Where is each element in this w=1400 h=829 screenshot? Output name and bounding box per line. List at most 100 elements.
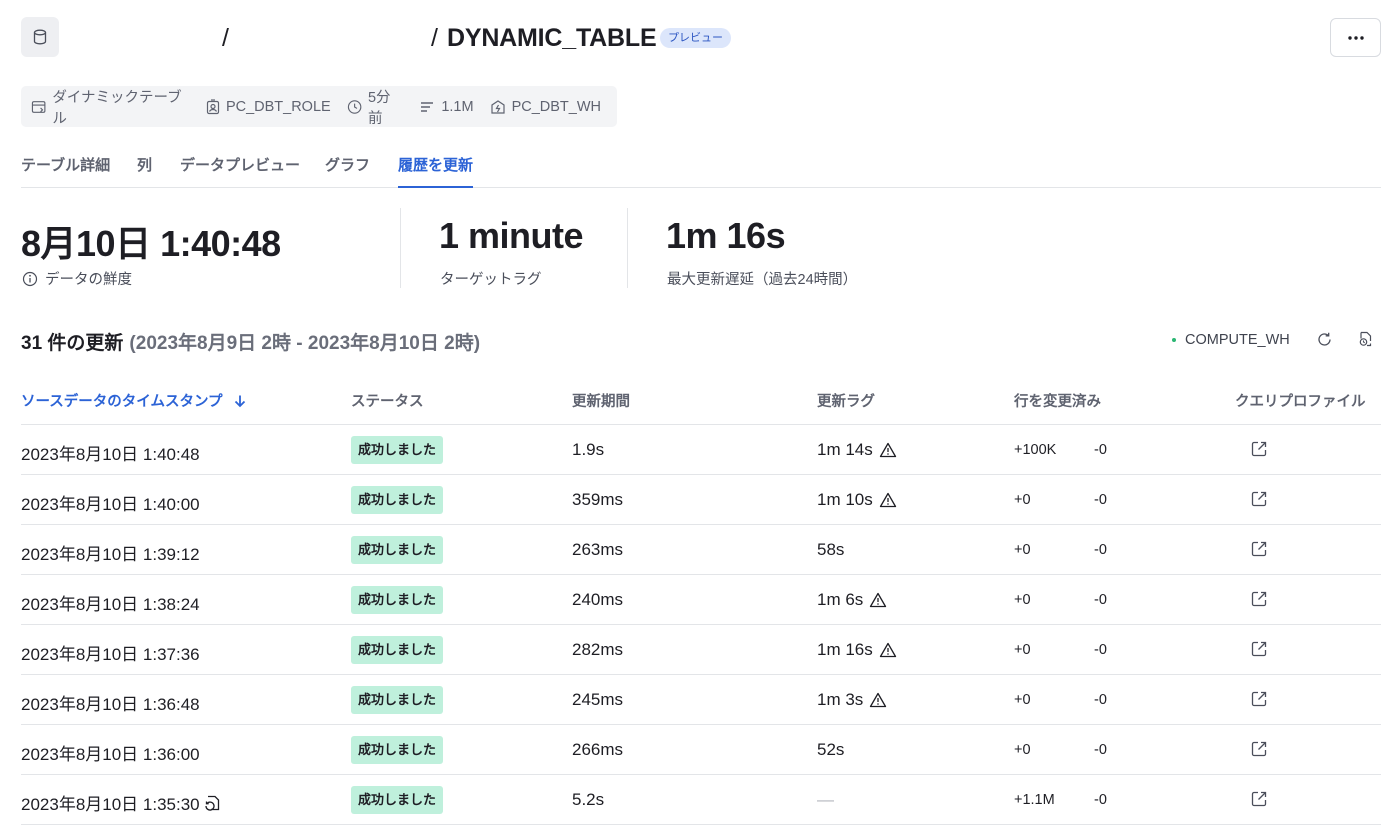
row-lag: 1m 16s — [817, 640, 897, 660]
table-row: 2023年8月10日 1:36:00 成功しました 266ms 52s +0 -0 — [21, 725, 1381, 775]
status-dot — [1172, 338, 1176, 342]
warning-icon — [879, 442, 896, 458]
query-profile-link[interactable] — [1250, 440, 1268, 463]
query-history-icon[interactable] — [1357, 331, 1374, 348]
query-profile-link[interactable] — [1250, 590, 1268, 613]
breadcrumb-separator: / — [431, 24, 438, 52]
row-timestamp: 2023年8月10日 1:36:00 — [21, 740, 200, 765]
timestamp-text: 2023年8月10日 1:37:36 — [21, 645, 200, 664]
row-lag: 1m 14s — [817, 440, 897, 460]
rows-icon — [421, 101, 434, 112]
timestamp-text: 2023年8月10日 1:36:48 — [21, 695, 200, 714]
rows-added: +100K — [1014, 442, 1057, 458]
table-row: 2023年8月10日 1:40:00 成功しました 359ms 1m 10s +0 -0 — [21, 475, 1381, 525]
row-lag: 1m 6s — [817, 590, 887, 610]
column-header-query-profile[interactable]: クエリプロファイル — [1235, 390, 1366, 411]
meta-warehouse-label: PC_DBT_WH — [511, 98, 601, 115]
rows-added: +0 — [1014, 642, 1031, 658]
row-timestamp: 2023年8月10日 1:37:36 — [21, 640, 200, 665]
freshness-label: データの鮮度 — [45, 272, 132, 288]
lag-text: 1m 16s — [817, 640, 873, 659]
status-badge: 成功しました — [351, 636, 444, 664]
status-badge: 成功しました — [351, 686, 444, 714]
query-profile-link[interactable] — [1250, 690, 1268, 713]
status-badge: 成功しました — [351, 786, 444, 814]
column-header-lag[interactable]: 更新ラグ — [817, 390, 875, 411]
meta-role: PC_DBT_ROLE — [206, 99, 331, 115]
query-profile-link[interactable] — [1250, 490, 1268, 513]
table-row: 2023年8月10日 1:38:24 成功しました 240ms 1m 6s +0 -0 — [21, 575, 1381, 625]
tab-graph[interactable]: グラフ — [325, 154, 370, 188]
warning-icon — [870, 592, 887, 608]
row-timestamp: 2023年8月10日 1:38:24 — [21, 590, 200, 615]
max-delay-value: 1m 16s — [666, 215, 786, 256]
breadcrumb-separator: / — [222, 24, 229, 52]
row-timestamp: 2023年8月10日 1:40:48 — [21, 440, 200, 465]
rows-added: +1.1M — [1014, 792, 1055, 808]
tab-refresh-history[interactable]: 履歴を更新 — [398, 154, 474, 188]
lag-text: 1m 6s — [817, 590, 864, 609]
row-lag: 1m 10s — [817, 490, 897, 510]
warning-icon — [870, 692, 887, 708]
page-title: DYNAMIC_TABLE — [447, 24, 657, 52]
freshness-value: 8月10日 1:40:48 — [21, 223, 281, 264]
column-header-rows-changed[interactable]: 行を変更済み — [1014, 390, 1101, 411]
warehouse-indicator: COMPUTE_WH — [1172, 332, 1290, 348]
more-icon — [1347, 35, 1364, 40]
preview-badge: プレビュー — [660, 28, 731, 48]
rows-added: +0 — [1014, 592, 1031, 608]
external-link-icon — [1251, 691, 1267, 707]
row-duration: 245ms — [572, 690, 624, 709]
rows-removed: -0 — [1094, 742, 1107, 758]
external-link-icon — [1251, 791, 1267, 807]
row-duration: 282ms — [572, 640, 624, 659]
external-link-icon — [1251, 741, 1267, 757]
column-header-timestamp[interactable]: ソースデータのタイムスタンプ — [21, 390, 247, 411]
row-lag: — — [817, 790, 834, 810]
clock-icon — [347, 99, 362, 114]
rows-removed: -0 — [1094, 542, 1107, 558]
row-lag: 58s — [817, 540, 844, 560]
meta-role-label: PC_DBT_ROLE — [225, 98, 331, 115]
query-profile-link[interactable] — [1250, 640, 1268, 663]
query-profile-link[interactable] — [1250, 790, 1268, 813]
query-profile-link[interactable] — [1250, 540, 1268, 563]
table-row: 2023年8月10日 1:40:48 成功しました 1.9s 1m 14s +100K -… — [21, 425, 1381, 475]
tab-table-details[interactable]: テーブル詳細 — [21, 154, 110, 188]
lag-text: — — [817, 790, 834, 809]
warehouse-icon — [490, 99, 505, 114]
row-lag: 52s — [817, 740, 844, 760]
freshness-label-group: データの鮮度 — [22, 268, 132, 289]
timestamp-text: 2023年8月10日 1:40:00 — [21, 495, 200, 514]
warehouse-name: COMPUTE_WH — [1185, 332, 1290, 348]
meta-type-label: ダイナミックテーブル — [52, 89, 182, 127]
timestamp-text: 2023年8月10日 1:40:48 — [21, 445, 200, 464]
timestamp-text: 2023年8月10日 1:36:00 — [21, 745, 200, 764]
table-row: 2023年8月10日 1:37:36 成功しました 282ms 1m 16s +0 -0 — [21, 625, 1381, 675]
meta-rows-label: 1.1M — [441, 98, 474, 115]
warning-icon — [879, 642, 896, 658]
column-header-duration[interactable]: 更新期間 — [572, 390, 630, 411]
meta-time-label: 5分前 — [367, 89, 391, 127]
tab-data-preview[interactable]: データプレビュー — [180, 154, 300, 188]
timestamp-text: 2023年8月10日 1:35:30 — [21, 795, 200, 814]
rows-added: +0 — [1014, 692, 1031, 708]
rows-removed: -0 — [1094, 642, 1107, 658]
row-lag: 1m 3s — [817, 690, 887, 710]
external-link-icon — [1251, 491, 1267, 507]
initial-refresh-icon — [204, 795, 219, 811]
meta-warehouse: PC_DBT_WH — [490, 99, 601, 115]
more-options-button[interactable] — [1330, 18, 1381, 57]
info-icon[interactable] — [22, 271, 38, 287]
refresh-icon[interactable] — [1316, 331, 1333, 348]
lag-text: 1m 10s — [817, 490, 873, 509]
rows-added: +0 — [1014, 742, 1031, 758]
status-badge: 成功しました — [351, 486, 444, 514]
column-header-status[interactable]: ステータス — [351, 390, 424, 411]
tab-bar: テーブル詳細 列 データプレビュー グラフ 履歴を更新 — [21, 150, 1381, 188]
query-profile-link[interactable] — [1250, 740, 1268, 763]
refresh-range: (2023年8月9日 2時 - 2023年8月10日 2時) — [129, 333, 481, 354]
timestamp-text: 2023年8月10日 1:38:24 — [21, 595, 200, 614]
tab-columns[interactable]: 列 — [137, 154, 152, 188]
max-delay-label: 最大更新遅延（過去24時間） — [667, 272, 858, 288]
